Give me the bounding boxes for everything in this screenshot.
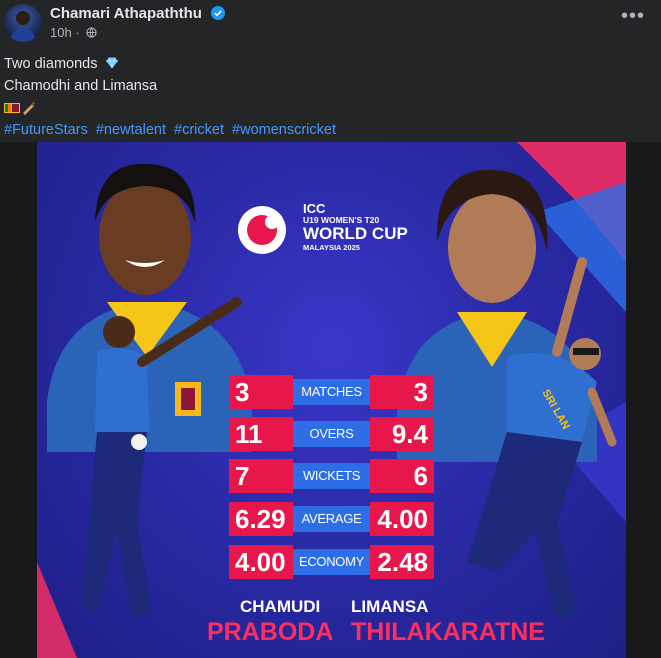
post-meta: 10h · [50,25,97,40]
logo-text: ICC U19 WOMEN'S T20 WORLD CUP MALAYSIA 2… [303,202,408,252]
more-options-button[interactable]: ••• [621,6,645,26]
post-text-line-1: Two diamonds [4,56,98,72]
stat-left-value: 3 [229,375,293,409]
right-player-last-name: THILAKARATNE [351,618,545,646]
meta-separator: · [75,25,80,40]
left-player-first-name: CHAMUDI [240,597,321,616]
post-image[interactable]: SRI LAN ICC U19 WOMEN'S T20 WORLD CUP MA… [0,142,661,658]
stat-row-overs: 11 OVERS 9.4 [229,417,434,451]
hashtags: #FutureStars #newtalent #cricket #womens… [4,119,340,141]
stat-left-value: 7 [229,459,293,493]
hashtag-link[interactable]: #FutureStars [4,122,88,138]
stat-label: ECONOMY [293,549,370,575]
stat-left-value: 11 [229,417,293,451]
stat-label: OVERS [293,421,370,447]
stat-left-value: 6.29 [229,502,293,536]
author-name[interactable]: Chamari Athapaththu [50,5,226,22]
author-name-text[interactable]: Chamari Athapaththu [50,5,202,22]
world-cup-logo: ICC U19 WOMEN'S T20 WORLD CUP MALAYSIA 2… [231,190,419,270]
stat-right-value: 3 [370,375,434,409]
globe-icon [86,27,97,38]
poster: SRI LAN ICC U19 WOMEN'S T20 WORLD CUP MA… [37,142,626,658]
stat-right-value: 2.48 [370,545,434,579]
post-text-line: Two diamonds [4,53,340,75]
stat-right-value: 9.4 [370,417,434,451]
post-text-line-2: Chamodhi and Limansa [4,78,158,94]
post-text-line [4,97,340,119]
post-time[interactable]: 10h [50,25,72,40]
stat-right-value: 4.00 [370,502,434,536]
stat-row-economy: 4.00 ECONOMY 2.48 [229,545,434,579]
stat-row-wickets: 7 WICKETS 6 [229,459,434,493]
stat-left-value: 4.00 [229,545,293,579]
stat-label: MATCHES [293,379,370,405]
hashtag-link[interactable]: #womenscricket [232,122,336,138]
logo-icc: ICC [303,201,326,216]
sri-lanka-flag-bat-emoji-icon [4,101,36,115]
diamond-emoji-icon [105,57,118,69]
post-header: Chamari Athapaththu 10h · ••• [0,0,661,46]
stat-row-average: 6.29 AVERAGE 4.00 [229,502,434,536]
post-text-line: Chamodhi and Limansa [4,75,340,97]
hashtag-link[interactable]: #cricket [174,122,224,138]
stat-row-matches: 3 MATCHES 3 [229,375,434,409]
left-player-last-name: PRABODA [207,618,334,646]
logo-world-cup: WORLD CUP [303,224,408,243]
avatar[interactable] [4,4,42,42]
logo-location: MALAYSIA 2025 [303,243,360,252]
verified-badge-icon [211,6,226,20]
stat-label: WICKETS [293,463,370,489]
stat-right-value: 6 [370,459,434,493]
right-player-first-name: LIMANSA [351,597,429,616]
post-text: Two diamonds Chamodhi and Limansa #Futur… [4,53,340,141]
hashtag-link[interactable]: #newtalent [96,122,166,138]
stat-label: AVERAGE [293,506,370,532]
